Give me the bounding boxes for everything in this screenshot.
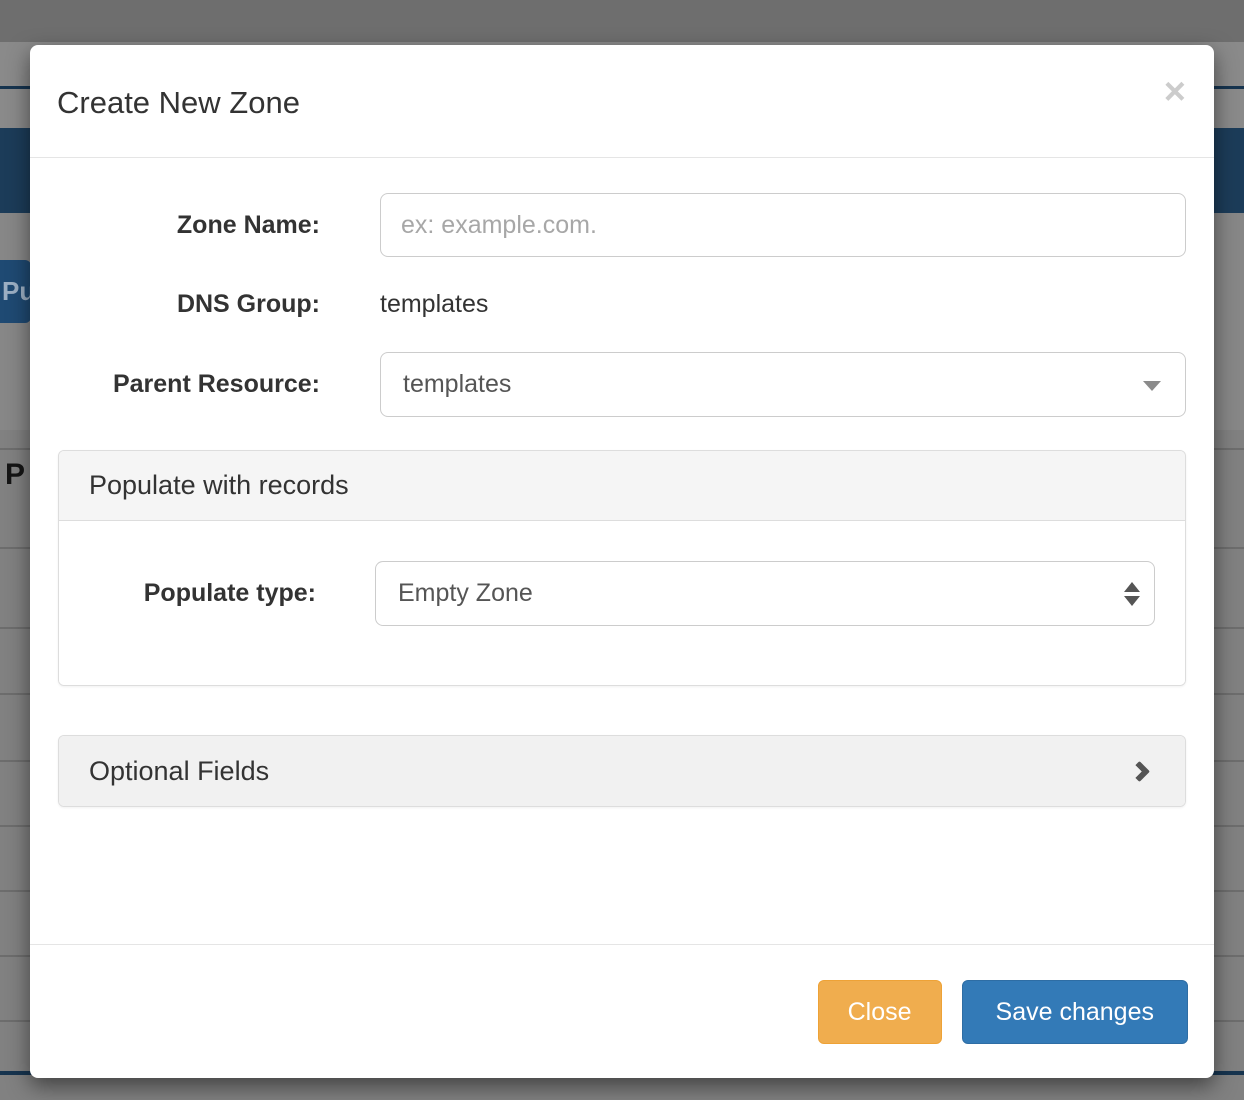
caret-down-icon	[1143, 381, 1161, 391]
zone-name-label: Zone Name:	[58, 211, 320, 240]
dns-group-label: DNS Group:	[58, 290, 320, 319]
background-push-button: Pu	[0, 260, 31, 323]
populate-type-selected-value: Empty Zone	[398, 579, 533, 608]
create-new-zone-modal: Create New Zone × Zone Name: DNS Group: …	[30, 45, 1214, 1078]
zone-name-row: Zone Name:	[58, 193, 1186, 257]
populate-panel-header: Populate with records	[59, 451, 1185, 521]
populate-type-select[interactable]: Empty Zone	[375, 561, 1155, 626]
parent-resource-label: Parent Resource:	[58, 370, 320, 399]
close-button[interactable]: Close	[818, 980, 942, 1045]
save-changes-button[interactable]: Save changes	[962, 980, 1188, 1045]
parent-resource-selected-value: templates	[403, 370, 511, 399]
parent-resource-select[interactable]: templates	[380, 352, 1186, 417]
dns-group-row: DNS Group: templates	[58, 290, 1186, 319]
populate-panel-title: Populate with records	[89, 470, 349, 501]
zone-name-input[interactable]	[380, 193, 1186, 257]
populate-panel-body: Populate type: Empty Zone	[59, 521, 1185, 685]
background-top-strip	[0, 0, 1244, 42]
modal-body: Zone Name: DNS Group: templates Parent R…	[30, 158, 1214, 807]
chevron-right-icon	[1129, 760, 1150, 781]
optional-fields-title: Optional Fields	[89, 756, 269, 787]
select-stepper-icon	[1124, 582, 1140, 606]
optional-fields-header[interactable]: Optional Fields	[59, 736, 1185, 806]
parent-resource-row: Parent Resource: templates	[58, 352, 1186, 417]
populate-type-label: Populate type:	[89, 579, 316, 608]
modal-title: Create New Zone	[57, 85, 1188, 121]
modal-footer: Close Save changes	[30, 944, 1214, 1079]
populate-panel: Populate with records Populate type: Emp…	[58, 450, 1186, 686]
close-icon[interactable]: ×	[1164, 73, 1186, 111]
background-page-heading: P	[5, 458, 31, 492]
optional-fields-panel[interactable]: Optional Fields	[58, 735, 1186, 807]
dns-group-value: templates	[380, 290, 488, 318]
populate-type-row: Populate type: Empty Zone	[89, 561, 1155, 626]
modal-header: Create New Zone ×	[30, 45, 1214, 158]
